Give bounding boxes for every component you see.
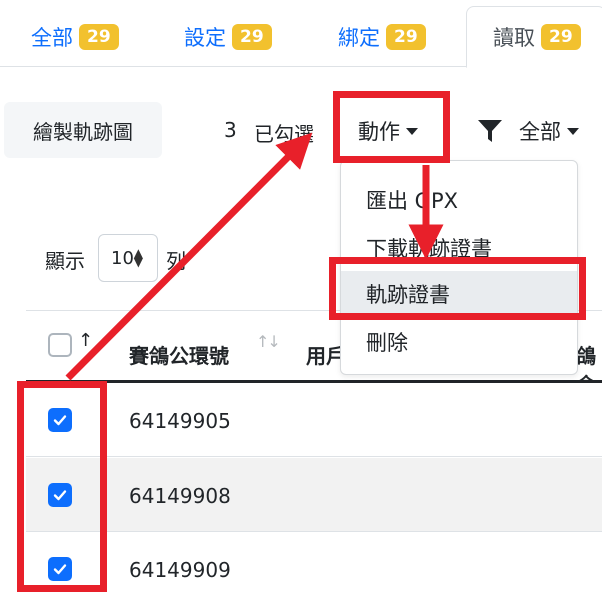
- tab-read-count-badge: 29: [541, 24, 581, 50]
- table-row: 64149909: [26, 533, 602, 596]
- annotation-box-certificate: [329, 257, 586, 320]
- selected-label: 已勾選: [254, 122, 314, 146]
- sort-both-icon[interactable]: ↑↓: [256, 332, 281, 351]
- page-length-select[interactable]: 10 ▲ ▼: [98, 234, 158, 282]
- ring-number-cell: 64149905: [129, 409, 231, 433]
- ring-number-cell: 64149908: [129, 484, 231, 508]
- tab-all-count-badge: 29: [79, 23, 119, 50]
- show-entries-label: 顯示: [45, 249, 85, 273]
- tab-bind-count-badge: 29: [386, 23, 426, 50]
- tab-all[interactable]: 全部 29: [31, 6, 119, 67]
- spinner-arrows-icon: ▲ ▼: [133, 246, 143, 269]
- menu-item-delete[interactable]: 刪除: [341, 319, 577, 365]
- filter-dropdown-label: 全部: [519, 120, 561, 144]
- tab-bind[interactable]: 綁定 29: [338, 6, 426, 67]
- tab-all-label: 全部: [31, 25, 73, 50]
- rows-label: 列: [166, 249, 186, 273]
- page-length-value: 10: [111, 247, 134, 269]
- menu-item-export-gpx[interactable]: 匯出 GPX: [341, 177, 577, 223]
- ring-number-cell: 64149909: [129, 558, 231, 582]
- tab-settings-label: 設定: [184, 25, 226, 50]
- sort-asc-icon[interactable]: ↑: [78, 330, 93, 351]
- tab-settings[interactable]: 設定 29: [184, 6, 272, 67]
- caret-down-icon: [567, 127, 579, 135]
- table-row: 64149905: [26, 383, 602, 457]
- annotation-box-checkboxes: [17, 381, 107, 592]
- selected-count: 3: [224, 118, 237, 142]
- select-all-checkbox[interactable]: [48, 333, 72, 357]
- tab-read[interactable]: 讀取 29: [466, 6, 602, 68]
- filter-dropdown-button[interactable]: 全部: [519, 116, 579, 146]
- tab-read-label: 讀取: [493, 26, 535, 50]
- table-row: 64149908: [26, 458, 602, 532]
- column-header-ring[interactable]: 賽鴿公環號: [129, 340, 229, 369]
- draw-track-map-button[interactable]: 繪製軌跡圖: [4, 102, 162, 158]
- tab-bind-label: 綁定: [338, 25, 380, 50]
- filter-icon[interactable]: [477, 118, 503, 144]
- annotation-box-action: [333, 91, 450, 163]
- tab-bar: 全部 29 設定 29 綁定 29 讀取 29: [0, 0, 602, 68]
- tab-settings-count-badge: 29: [232, 23, 272, 50]
